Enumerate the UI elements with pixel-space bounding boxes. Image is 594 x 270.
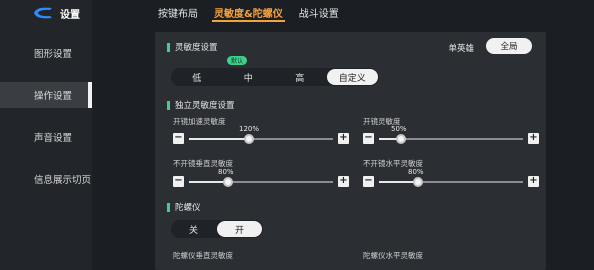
slider-knob[interactable] — [396, 134, 406, 144]
gyro-vertical-label: 陀螺仪垂直灵敏度 — [173, 251, 233, 260]
single-hero-label: 单英雄 — [448, 44, 474, 54]
section-marker — [167, 202, 170, 212]
preset-high[interactable]: 高 — [274, 68, 326, 86]
settings-panel: 灵敏度设置 单英雄 全局 默认 低 中 高 自定义 独立灵敏度设置 开镜加速灵敏… — [155, 32, 546, 270]
top-tabs: 按键布局 灵敏度&陀螺仪 战斗设置 — [150, 0, 347, 24]
gyro-section-title: 陀螺仪 — [167, 201, 201, 213]
global-button[interactable]: 全局 — [486, 38, 532, 54]
sidebar-item-sound[interactable]: 声音设置 — [0, 124, 92, 150]
sidebar-item-controls[interactable]: 操作设置 — [0, 82, 92, 108]
independent-section-title: 独立灵敏度设置 — [167, 99, 235, 111]
slider-track[interactable]: 80% — [379, 168, 523, 188]
sensitivity-preset-selector: 低 中 高 自定义 — [171, 68, 379, 86]
gyro-on-option[interactable]: 开 — [217, 221, 262, 237]
slider-value: 80% — [408, 168, 424, 176]
decrease-button[interactable]: − — [173, 132, 184, 144]
preset-label: 低 — [192, 73, 202, 84]
sidebar-item-label: 图形设置 — [34, 49, 73, 60]
section-marker — [167, 100, 170, 110]
gyro-horizontal-label: 陀螺仪水平灵敏度 — [363, 251, 423, 260]
preset-custom[interactable]: 自定义 — [326, 69, 378, 85]
scope-sensitivity-slider: − 50% + — [363, 125, 539, 145]
increase-button[interactable]: + — [528, 175, 539, 187]
tab-underline — [212, 20, 285, 22]
tab-key-layout[interactable]: 按键布局 — [150, 0, 206, 24]
toggle-label: 开 — [234, 225, 244, 236]
section-title-text: 灵敏度设置 — [175, 43, 218, 53]
default-badge: 默认 — [227, 56, 248, 65]
slider-knob[interactable] — [223, 177, 233, 187]
sidebar-item-label: 信息展示切页 — [34, 175, 92, 186]
tab-battle-settings[interactable]: 战斗设置 — [291, 0, 347, 24]
sidebar-item-info-display[interactable]: 信息展示切页 — [0, 166, 92, 192]
slider-knob[interactable] — [413, 177, 423, 187]
preset-label: 中 — [243, 73, 253, 84]
sidebar-item-graphics[interactable]: 图形设置 — [0, 40, 92, 66]
settings-title: 设置 — [60, 9, 80, 21]
tab-label: 战斗设置 — [298, 8, 339, 20]
sidebar-item-label: 操作设置 — [34, 91, 73, 102]
hip-horizontal-sensitivity-slider: − 80% + — [363, 168, 539, 188]
section-marker — [167, 42, 170, 52]
slider-value: 120% — [239, 125, 260, 133]
slider-track[interactable]: 80% — [189, 168, 333, 188]
decrease-button[interactable]: − — [363, 175, 374, 187]
sidebar-item-label: 声音设置 — [34, 133, 73, 144]
back-icon[interactable] — [32, 7, 54, 19]
scope-accel-sensitivity-slider: − 120% + — [173, 125, 349, 145]
tab-sensitivity-gyro[interactable]: 灵敏度&陀螺仪 — [206, 0, 291, 24]
track-fill — [189, 138, 249, 140]
increase-button[interactable]: + — [338, 175, 349, 187]
toggle-label: 关 — [188, 225, 198, 236]
section-title-text: 陀螺仪 — [175, 203, 201, 213]
preset-medium[interactable]: 中 — [223, 68, 275, 86]
increase-button[interactable]: + — [338, 132, 349, 144]
slider-label: 开镜加速灵敏度 — [173, 117, 226, 126]
decrease-button[interactable]: − — [363, 132, 374, 144]
hip-vertical-sensitivity-slider: − 80% + — [173, 168, 349, 188]
section-title-text: 独立灵敏度设置 — [175, 101, 235, 111]
preset-label: 高 — [295, 73, 305, 84]
slider-track[interactable]: 50% — [379, 125, 523, 145]
tab-label: 灵敏度&陀螺仪 — [214, 8, 283, 20]
preset-label: 自定义 — [338, 73, 366, 84]
slider-track[interactable]: 120% — [189, 125, 333, 145]
gyro-toggle: 关 开 — [171, 220, 263, 238]
slider-value: 80% — [218, 168, 234, 176]
slider-value: 50% — [391, 125, 407, 133]
increase-button[interactable]: + — [528, 132, 539, 144]
decrease-button[interactable]: − — [173, 175, 184, 187]
gyro-off-option[interactable]: 关 — [171, 220, 216, 238]
slider-knob[interactable] — [244, 134, 254, 144]
preset-low[interactable]: 低 — [171, 68, 223, 86]
sidebar: 设置 图形设置 操作设置 声音设置 信息展示切页 — [0, 0, 92, 270]
settings-header[interactable]: 设置 — [32, 4, 80, 22]
tab-label: 按键布局 — [158, 8, 198, 20]
sensitivity-section-title: 灵敏度设置 — [167, 41, 218, 53]
